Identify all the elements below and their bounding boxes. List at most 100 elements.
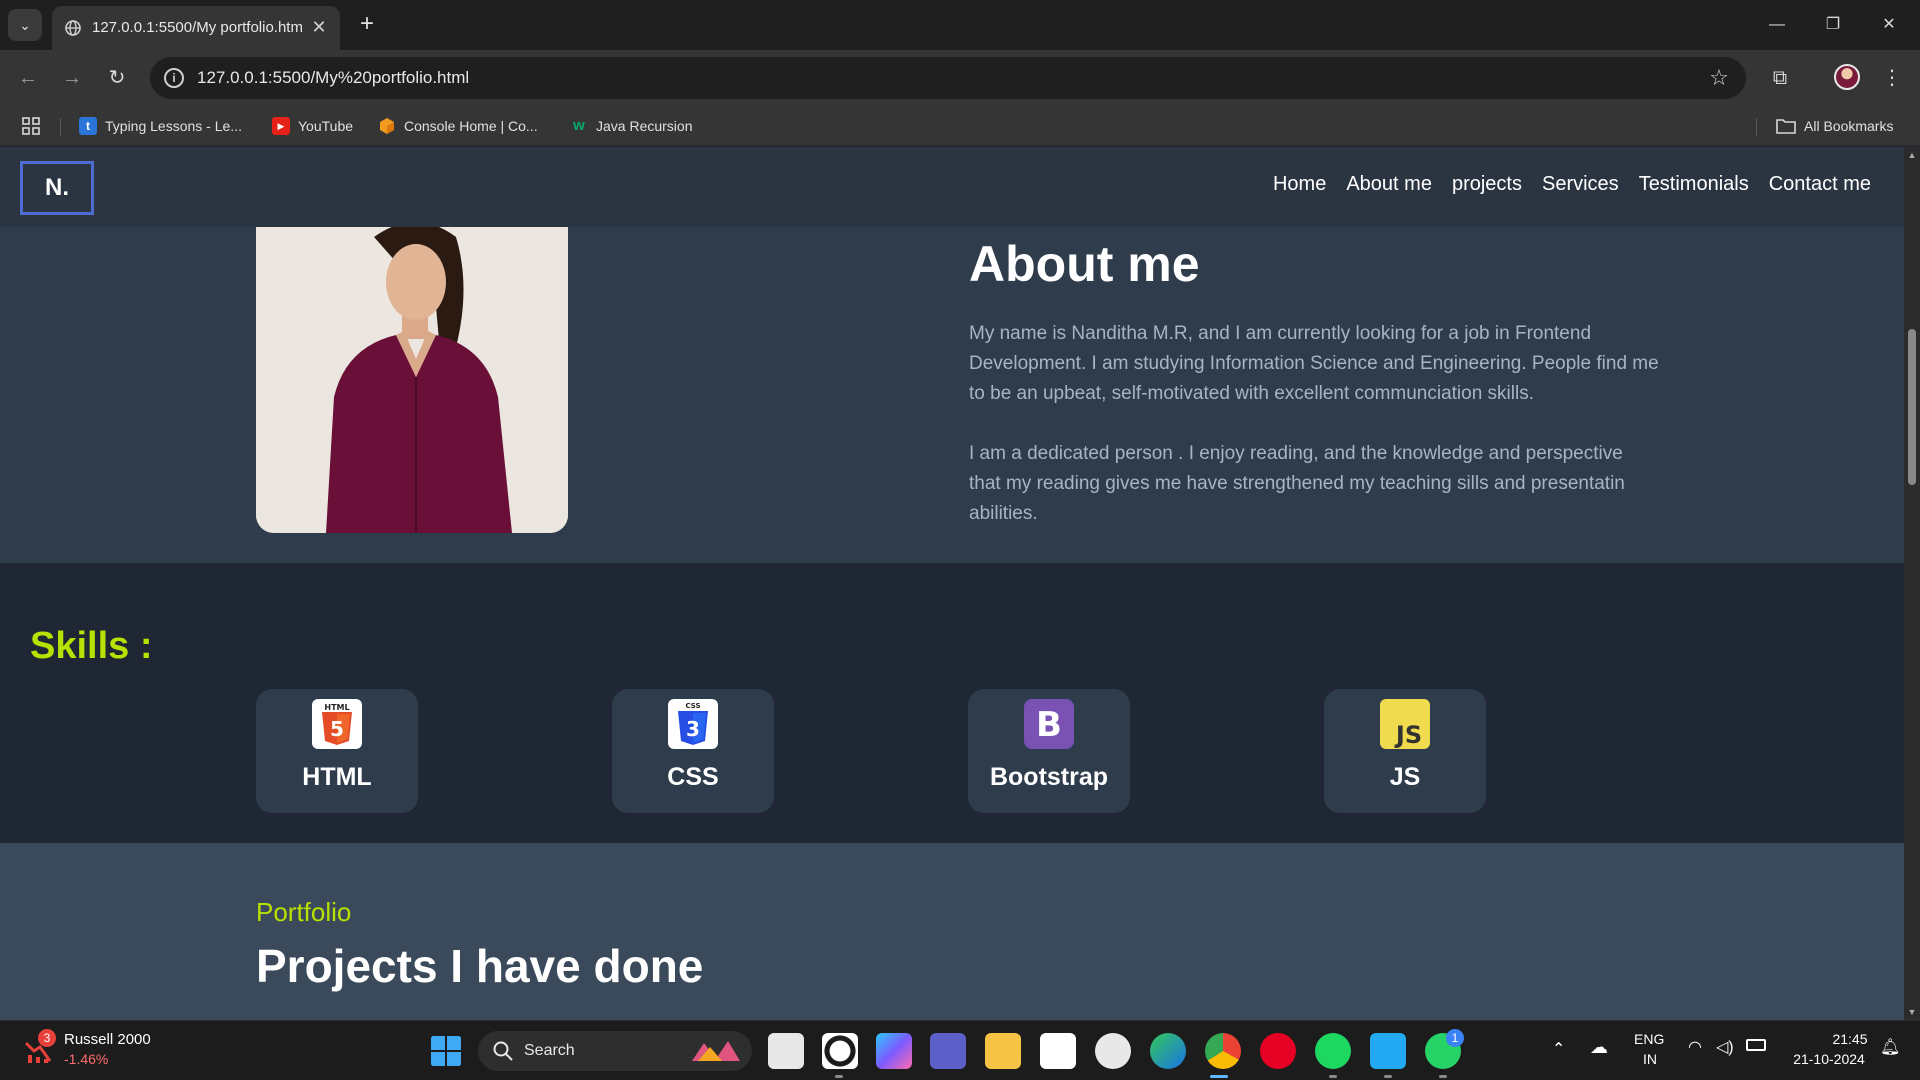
nxtwave-icon[interactable] (1095, 1033, 1131, 1069)
typing-icon: t (79, 117, 97, 135)
apps-grid-icon[interactable] (22, 116, 40, 136)
stock-change: -1.46% (64, 1051, 109, 1067)
browser-tab-strip: ⌄ 127.0.0.1:5500/My portfolio.htm ✕ + — … (0, 0, 1920, 50)
active-indicator (1210, 1075, 1228, 1078)
bookmark-console-home[interactable]: Console Home | Co... (378, 116, 538, 136)
scroll-down-arrow-icon[interactable]: ▼ (1904, 1004, 1920, 1020)
divider (1756, 118, 1757, 136)
clock-time[interactable]: 21:45 (1830, 1031, 1870, 1047)
skill-label: HTML (302, 763, 372, 791)
aws-cube-icon (380, 118, 394, 134)
bookmark-label: Console Home | Co... (404, 118, 538, 134)
nav-contact-me[interactable]: Contact me (1769, 173, 1871, 196)
globe-icon (65, 20, 81, 36)
about-section: About me My name is Nanditha M.R, and I … (0, 227, 1904, 563)
running-indicator (835, 1075, 843, 1078)
all-bookmarks-button[interactable]: All Bookmarks (1776, 116, 1893, 136)
task-view-icon[interactable] (768, 1033, 804, 1069)
vscode-icon[interactable] (1370, 1033, 1406, 1069)
onedrive-cloud-icon[interactable]: ☁ (1590, 1037, 1608, 1058)
about-paragraph-1: My name is Nanditha M.R, and I am curren… (969, 323, 1659, 404)
address-bar[interactable]: i 127.0.0.1:5500/My%20portfolio.html ☆ (150, 57, 1746, 99)
stock-name[interactable]: Russell 2000 (64, 1031, 151, 1048)
volume-icon[interactable]: ◁) (1716, 1037, 1734, 1057)
notification-badge: 3 (38, 1029, 56, 1047)
wifi-icon[interactable]: ◠ (1688, 1037, 1702, 1057)
language-top[interactable]: ENG (1634, 1031, 1664, 1047)
copilot-icon[interactable] (876, 1033, 912, 1069)
bookmark-java-recursion[interactable]: w Java Recursion (570, 116, 693, 136)
bookmarks-bar: t Typing Lessons - Le... ▶ YouTube Conso… (0, 106, 1920, 146)
page-scrollbar[interactable]: ▲ ▼ (1904, 147, 1920, 1020)
chrome-icon[interactable] (1205, 1033, 1241, 1069)
svg-text:3: 3 (686, 717, 700, 741)
site-logo[interactable]: N. (20, 161, 94, 215)
close-window-button[interactable]: ✕ (1861, 0, 1917, 50)
skill-label: Bootstrap (989, 763, 1109, 791)
running-indicator (1329, 1075, 1337, 1078)
w3schools-icon: w (573, 117, 585, 134)
nav-services[interactable]: Services (1542, 173, 1619, 196)
css3-icon: CSS 3 (668, 699, 718, 749)
battery-icon[interactable] (1746, 1039, 1766, 1051)
notification-bell-icon[interactable]: 🔔︎ (1880, 1037, 1900, 1057)
svg-text:HTML: HTML (324, 703, 349, 712)
about-paragraph-2: I am a dedicated person . I enjoy readin… (969, 443, 1625, 524)
divider (60, 118, 61, 136)
url-text: 127.0.0.1:5500/My%20portfolio.html (197, 68, 470, 87)
browser-tab[interactable]: 127.0.0.1:5500/My portfolio.htm ✕ (52, 6, 340, 50)
profile-avatar[interactable] (1834, 64, 1860, 90)
whatsapp-badge: 1 (1446, 1029, 1464, 1047)
nav-projects[interactable]: projects (1452, 173, 1522, 196)
taskbar-search-box[interactable]: Search (478, 1031, 752, 1071)
tab-search-dropdown-button[interactable]: ⌄ (8, 9, 42, 41)
new-tab-button[interactable]: + (352, 10, 382, 40)
extensions-icon[interactable]: ⧉ (1764, 62, 1796, 94)
bookmark-label: Java Recursion (596, 118, 693, 134)
windows-start-icon[interactable] (430, 1035, 462, 1067)
skill-label: JS (1389, 763, 1421, 791)
back-button[interactable]: ← (12, 62, 44, 94)
tab-title: 127.0.0.1:5500/My portfolio.htm (92, 19, 302, 36)
bookmark-youtube[interactable]: ▶ YouTube (272, 116, 353, 136)
microsoft-store-icon[interactable] (1040, 1033, 1076, 1069)
chevron-up-icon[interactable]: ⌃ (1552, 1039, 1565, 1059)
scrollbar-thumb[interactable] (1908, 329, 1916, 485)
site-navbar: N. Home About me projects Services Testi… (0, 147, 1904, 227)
skill-label: CSS (667, 763, 719, 791)
svg-text:CSS: CSS (685, 702, 700, 710)
copilot-app-icon[interactable] (822, 1033, 858, 1069)
nav-home[interactable]: Home (1273, 173, 1326, 196)
site-info-icon[interactable]: i (164, 68, 184, 88)
spotify-icon[interactable] (1315, 1033, 1351, 1069)
restore-button[interactable]: ❐ (1805, 0, 1861, 50)
reload-button[interactable]: ↻ (101, 62, 133, 94)
bookmark-star-icon[interactable]: ☆ (1706, 65, 1732, 91)
skills-section: Skills : HTML 5 HTML CSS 3 CSS B Bootstr… (0, 563, 1904, 843)
teams-icon[interactable] (930, 1033, 966, 1069)
search-highlight-icon (692, 1041, 740, 1061)
folder-icon (1776, 119, 1796, 134)
portfolio-title: Projects I have done (256, 940, 704, 992)
browser-toolbar: ← → ↻ i 127.0.0.1:5500/My%20portfolio.ht… (0, 50, 1920, 106)
profile-photo (256, 227, 568, 533)
svg-text:JS: JS (1394, 721, 1422, 749)
windows-taskbar: 3 Russell 2000 -1.46% Search 1 ⌃ ☁ ENG I… (0, 1020, 1920, 1080)
portfolio-section: Portfolio Projects I have done (0, 843, 1904, 1020)
all-bookmarks-label: All Bookmarks (1804, 118, 1894, 134)
nav-about-me[interactable]: About me (1346, 173, 1432, 196)
menu-kebab-icon[interactable]: ⋮ (1876, 62, 1908, 94)
site-nav-links: Home About me projects Services Testimon… (1273, 173, 1871, 196)
file-explorer-icon[interactable] (985, 1033, 1021, 1069)
page-viewport: About me My name is Nanditha M.R, and I … (0, 147, 1904, 1020)
close-tab-icon[interactable]: ✕ (308, 16, 330, 38)
forward-button[interactable]: → (56, 62, 88, 94)
nav-testimonials[interactable]: Testimonials (1639, 173, 1749, 196)
bookmark-typing-lessons[interactable]: t Typing Lessons - Le... (79, 116, 242, 136)
clock-date: 21-10-2024 (1793, 1051, 1865, 1067)
pinterest-icon[interactable] (1260, 1033, 1296, 1069)
search-icon (493, 1041, 513, 1061)
edge-icon[interactable] (1150, 1033, 1186, 1069)
scroll-up-arrow-icon[interactable]: ▲ (1904, 147, 1920, 163)
minimize-button[interactable]: — (1749, 0, 1805, 50)
